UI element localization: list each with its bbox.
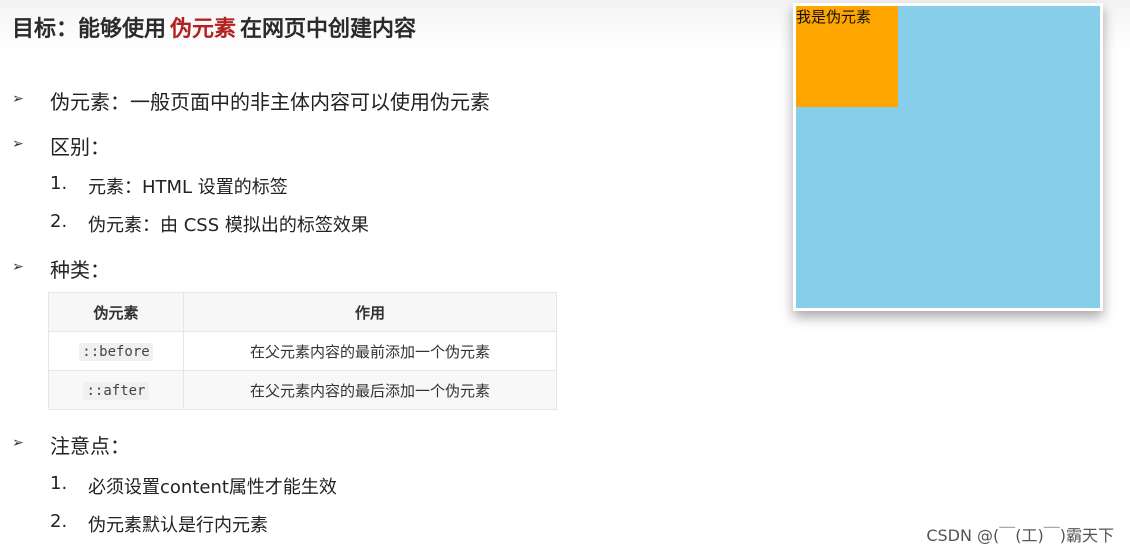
table-row: ::before 在父元素内容的最前添加一个伪元素: [48, 331, 557, 371]
pseudo-name-code: ::after: [83, 382, 149, 400]
pseudo-element-table: 伪元素 作用 ::before 在父元素内容的最前添加一个伪元素 ::after…: [48, 292, 557, 410]
arrowhead-bullet-icon: ➢: [12, 91, 24, 107]
types-label: 种类：: [50, 258, 110, 282]
csdn-watermark: CSDN @(￣(工)￣)霸天下: [926, 526, 1114, 545]
table-row: ::after 在父元素内容的最后添加一个伪元素: [48, 370, 557, 410]
table-header-cell: 作用: [183, 292, 557, 332]
difference-point-number: 1.: [50, 173, 68, 194]
slide-title: 目标：能够使用 伪元素 在网页中创建内容: [12, 11, 416, 43]
notes-point-text: 必须设置content属性才能生效: [88, 477, 337, 498]
table-header-cell: 伪元素: [48, 292, 184, 332]
definition-text: 伪元素：一般页面中的非主体内容可以使用伪元素: [50, 90, 490, 114]
demo-before-pseudo-element: 我是伪元素: [796, 6, 898, 107]
difference-point-text: 元素：HTML 设置的标签: [88, 177, 288, 198]
table-cell: ::before: [48, 331, 184, 371]
title-suffix: 在网页中创建内容: [240, 17, 417, 42]
table-cell: 在父元素内容的最后添加一个伪元素: [183, 370, 557, 410]
title-highlight: 伪元素: [170, 17, 237, 42]
arrowhead-bullet-icon: ➢: [12, 435, 24, 451]
demo-parent-box: 我是伪元素: [793, 3, 1103, 311]
title-prefix: 目标：能够使用: [12, 17, 167, 42]
difference-point-number: 2.: [50, 211, 68, 232]
notes-point-text: 伪元素默认是行内元素: [88, 515, 268, 536]
notes-point-number: 2.: [50, 511, 68, 532]
arrowhead-bullet-icon: ➢: [12, 136, 24, 152]
pseudo-name-code: ::before: [79, 343, 153, 361]
table-cell: ::after: [48, 370, 184, 410]
notes-label: 注意点：: [50, 434, 130, 458]
difference-label: 区别：: [50, 135, 110, 159]
table-cell: 在父元素内容的最前添加一个伪元素: [183, 331, 557, 371]
notes-point-number: 1.: [50, 473, 68, 494]
arrowhead-bullet-icon: ➢: [12, 259, 24, 275]
difference-point-text: 伪元素：由 CSS 模拟出的标签效果: [88, 215, 369, 236]
table-header-row: 伪元素 作用: [48, 292, 557, 332]
